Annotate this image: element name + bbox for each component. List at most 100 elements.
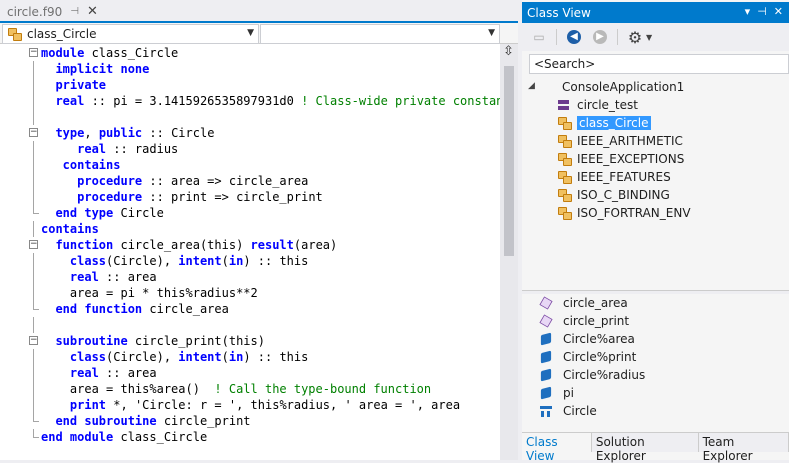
code-line[interactable]: end subroutine circle_print xyxy=(0,413,500,429)
tree-item[interactable]: IEEE_ARITHMETIC xyxy=(557,132,683,150)
scope-dropdown[interactable]: class_Circle ▼ xyxy=(2,24,259,44)
keyword-token: real xyxy=(41,270,99,284)
code-line[interactable]: area = pi * this%radius**2 xyxy=(0,285,500,301)
code-line[interactable]: end function circle_area xyxy=(0,301,500,317)
scrollbar-thumb[interactable] xyxy=(504,66,514,256)
tree-item[interactable]: IEEE_FEATURES xyxy=(557,168,671,186)
tree-item[interactable]: ◢ ConsoleApplication1 xyxy=(522,78,684,96)
code-line[interactable]: area = this%area() ! Call the type-bound… xyxy=(0,381,500,397)
collapse-toggle-icon[interactable]: − xyxy=(29,48,38,57)
code-line[interactable]: private xyxy=(0,77,500,93)
code-text: private xyxy=(41,77,106,93)
tab-team-explorer[interactable]: Team Explorer xyxy=(699,433,789,463)
new-folder-icon[interactable]: ▭ xyxy=(530,28,548,46)
fold-end-marker xyxy=(33,205,39,214)
close-icon[interactable]: ✕ xyxy=(774,5,783,18)
code-text: procedure :: area => circle_area xyxy=(41,173,308,189)
window-dropdown-icon[interactable]: ▾ xyxy=(745,5,751,18)
module-icon xyxy=(7,27,22,41)
class-view-titlebar: Class View ▾ ⊣ ✕ xyxy=(522,2,789,23)
expand-triangle-icon[interactable]: ◢ xyxy=(528,81,535,91)
tree-item[interactable]: circle_test xyxy=(557,96,638,114)
code-line[interactable]: − module class_Circle xyxy=(0,45,500,61)
member-item[interactable]: Circle%radius xyxy=(540,366,645,384)
code-line[interactable]: contains xyxy=(0,157,500,173)
fold-end-marker xyxy=(33,429,39,438)
comment-token: ! Class-wide private constant xyxy=(301,94,511,108)
collapse-toggle-icon[interactable]: − xyxy=(29,240,38,249)
code-line[interactable]: end type Circle xyxy=(0,205,500,221)
code-line[interactable]: − function circle_area(this) result(area… xyxy=(0,237,500,253)
keyword-token: procedure xyxy=(41,174,143,188)
class-view-title: Class View xyxy=(527,5,591,20)
code-line[interactable] xyxy=(0,109,500,125)
code-line[interactable]: procedure :: area => circle_area xyxy=(0,173,500,189)
code-line[interactable]: class(Circle), intent(in) :: this xyxy=(0,349,500,365)
vertical-scrollbar[interactable]: ⇳ xyxy=(500,44,518,460)
code-line[interactable]: real :: radius xyxy=(0,141,500,157)
code-token: , xyxy=(84,126,99,140)
keyword-token: private xyxy=(41,78,107,92)
code-line[interactable]: implicit none xyxy=(0,61,500,77)
class-view-search-input[interactable]: <Search> xyxy=(529,54,789,74)
code-line[interactable]: end module class_Circle xyxy=(0,429,500,445)
code-line[interactable]: real :: area xyxy=(0,269,500,285)
tree-item[interactable]: ISO_FORTRAN_ENV xyxy=(557,204,691,222)
settings-gear-icon[interactable]: ⚙ xyxy=(626,28,644,47)
collapse-toggle-icon[interactable]: − xyxy=(29,336,38,345)
code-token: circle_area xyxy=(142,302,229,316)
keyword-token: end subroutine xyxy=(41,414,157,428)
code-line[interactable]: contains xyxy=(0,221,500,237)
member-item[interactable]: pi xyxy=(540,384,574,402)
chevron-down-icon: ▼ xyxy=(488,28,495,38)
member-item[interactable]: Circle xyxy=(540,402,597,420)
code-text: print *, 'Circle: r = ', this%radius, ' … xyxy=(41,397,460,413)
module-icon xyxy=(557,206,572,220)
pin-icon[interactable]: ⊣ xyxy=(757,5,767,18)
tab-class-view[interactable]: Class View xyxy=(522,433,592,463)
tree-item[interactable]: ISO_C_BINDING xyxy=(557,186,670,204)
forward-button[interactable]: ▶ xyxy=(591,28,609,46)
fold-guide xyxy=(33,93,34,109)
keyword-token: real xyxy=(41,142,107,156)
code-token: circle_print(this) xyxy=(127,334,265,348)
member-dropdown[interactable]: ▼ xyxy=(260,24,500,44)
code-line[interactable]: real :: pi = 3.1415926535897931d0 ! Clas… xyxy=(0,93,511,109)
document-tab[interactable]: circle.f90 ⊣ ✕ xyxy=(0,2,98,23)
field-icon xyxy=(540,332,552,346)
code-token: , area xyxy=(416,398,461,412)
collapse-toggle-icon[interactable]: − xyxy=(29,128,38,137)
code-text: class(Circle), intent(in) :: this xyxy=(41,253,308,269)
member-item[interactable]: Circle%print xyxy=(540,348,636,366)
tree-item-label: circle_test xyxy=(577,98,638,112)
tree-item[interactable]: IEEE_EXCEPTIONS xyxy=(557,150,684,168)
keyword-token: intent xyxy=(178,254,222,268)
keyword-token: subroutine xyxy=(41,334,128,348)
code-line[interactable]: class(Circle), intent(in) :: this xyxy=(0,253,500,269)
code-token: class_Circle xyxy=(113,430,208,444)
code-line[interactable]: − type, public :: Circle xyxy=(0,125,500,141)
close-icon[interactable]: ✕ xyxy=(87,5,98,18)
arrow-left-icon: ◀ xyxy=(567,30,581,44)
member-item[interactable]: Circle%area xyxy=(540,330,635,348)
member-item[interactable]: circle_print xyxy=(539,312,629,330)
code-token: , this%radius, xyxy=(236,398,345,412)
code-editor[interactable]: − module class_Circle implicit none priva… xyxy=(0,44,511,460)
field-icon xyxy=(540,368,552,382)
tab-solution-explorer[interactable]: Solution Explorer xyxy=(592,433,699,463)
class-view-toolbar: ▭ ◀ ▶ ⚙ ▼ xyxy=(522,23,789,51)
code-line[interactable]: − subroutine circle_print(this) xyxy=(0,333,500,349)
code-token: :: radius xyxy=(106,142,179,156)
code-line[interactable] xyxy=(0,317,500,333)
code-line[interactable]: print *, 'Circle: r = ', this%radius, ' … xyxy=(0,397,500,413)
back-button[interactable]: ◀ xyxy=(565,28,583,46)
member-item[interactable]: circle_area xyxy=(539,294,628,312)
code-token: area = pi * this%radius**2 xyxy=(41,286,258,300)
code-line[interactable]: procedure :: print => circle_print xyxy=(0,189,500,205)
chevron-down-icon[interactable]: ▼ xyxy=(646,33,652,42)
tree-item[interactable]: class_Circle xyxy=(557,114,651,132)
pin-icon[interactable]: ⊣ xyxy=(70,6,79,17)
code-token: *, xyxy=(106,398,135,412)
split-window-icon[interactable]: ⇳ xyxy=(503,45,514,59)
code-line[interactable]: real :: area xyxy=(0,365,500,381)
